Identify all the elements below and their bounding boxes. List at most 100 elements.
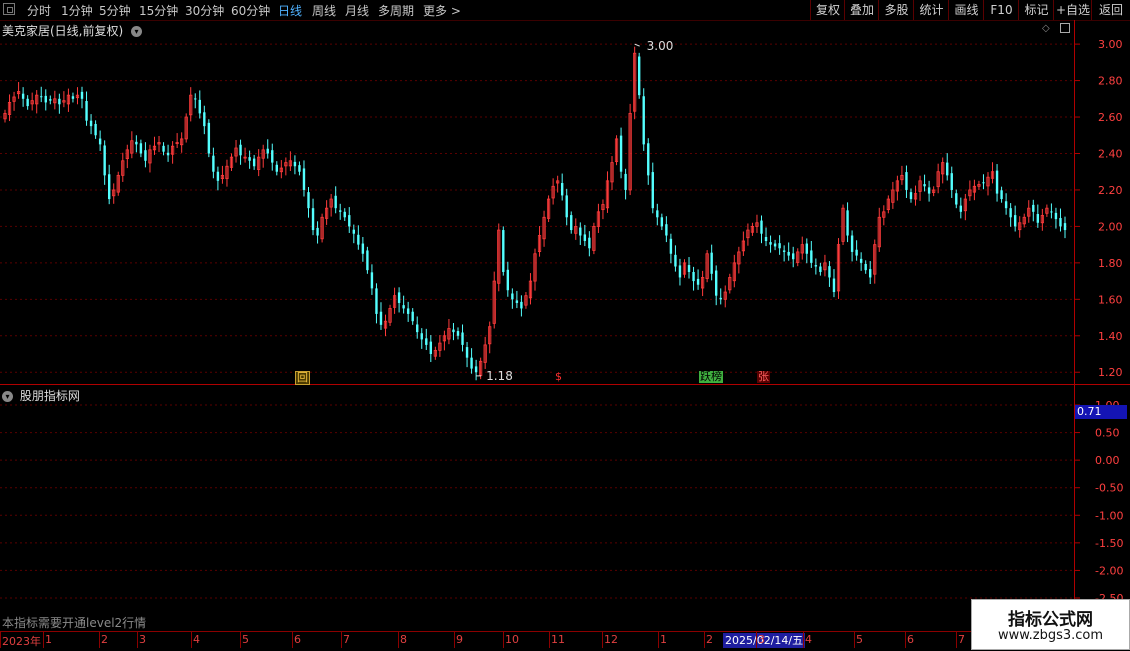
candle-body: [266, 148, 269, 154]
candle-body: [651, 172, 654, 209]
candle-body: [810, 250, 813, 263]
time-separator: [341, 632, 342, 648]
candle-body: [1054, 212, 1058, 220]
signal-marker[interactable]: 跃榜: [699, 371, 723, 383]
candle-body: [778, 243, 781, 249]
level2-note: 本指标需要开通level2行情: [2, 616, 147, 630]
period-tab[interactable]: 30分钟: [185, 2, 224, 19]
period-tab[interactable]: 周线: [312, 2, 336, 19]
more-button[interactable]: 更多 >: [423, 2, 461, 19]
candle-body: [642, 96, 645, 145]
time-separator: [0, 632, 1, 648]
signal-marker[interactable]: 张: [757, 371, 770, 383]
time-label: 7: [343, 633, 350, 646]
candle-body: [307, 192, 310, 209]
indicator-chart[interactable]: [0, 385, 1075, 630]
overlay-button[interactable]: 叠加: [844, 0, 879, 20]
time-label: 10: [505, 633, 519, 646]
indicator-tick-label: -0.50: [1095, 482, 1123, 495]
candle-body: [869, 269, 872, 278]
candle-body: [402, 305, 405, 309]
price-chart[interactable]: 3.00 1.18: [0, 20, 1075, 385]
candle-body: [946, 162, 949, 176]
back-button[interactable]: 返回: [1091, 0, 1130, 20]
candle-body: [1032, 204, 1035, 212]
period-tab[interactable]: 60分钟: [231, 2, 270, 19]
time-label: 4: [805, 633, 812, 646]
candle-body: [216, 171, 220, 181]
time-separator: [704, 632, 705, 648]
candle-body: [198, 99, 201, 114]
candle-body: [58, 98, 61, 105]
candle-body: [298, 165, 301, 172]
candle-body: [764, 236, 768, 241]
chevron-down-icon[interactable]: ▾: [2, 391, 13, 402]
candle-body: [103, 145, 106, 176]
toolbar: 分时 1分钟 5分钟 15分钟 30分钟 60分钟 日线 周线 月线 多周期 更…: [0, 0, 1130, 21]
candle-body: [506, 269, 510, 291]
candle-body: [588, 237, 591, 249]
watermark-logo: 指标公式网 www.zbgs3.com: [971, 599, 1130, 650]
signal-marker[interactable]: $: [554, 371, 563, 383]
time-label: 2: [101, 633, 108, 646]
candle-body: [696, 278, 700, 285]
candle-body: [85, 100, 88, 121]
candle-body: [846, 210, 849, 236]
price-tick-label: 1.80: [1098, 257, 1123, 270]
watermark-title: 指标公式网: [1008, 610, 1093, 630]
candle-body: [1063, 223, 1067, 231]
time-separator: [240, 632, 241, 648]
time-label: 11: [551, 633, 565, 646]
period-tab[interactable]: 5分钟: [99, 2, 131, 19]
multi-stock-button[interactable]: 多股: [878, 0, 914, 20]
period-tab[interactable]: 15分钟: [139, 2, 178, 19]
time-separator: [292, 632, 293, 648]
time-label: 9: [456, 633, 463, 646]
time-separator: [658, 632, 659, 648]
candle-body: [343, 211, 346, 218]
candle-body: [710, 252, 713, 274]
grid-icon[interactable]: [3, 3, 15, 15]
candle-body: [782, 250, 786, 252]
period-tab[interactable]: 1分钟: [61, 2, 93, 19]
candle-body: [366, 250, 369, 271]
adjust-button[interactable]: 复权: [810, 0, 845, 20]
period-tab[interactable]: 多周期: [378, 2, 414, 19]
indicator-title: 股朋指标网: [19, 389, 80, 403]
period-tab[interactable]: 月线: [345, 2, 369, 19]
candle-body: [465, 347, 469, 358]
stats-button[interactable]: 统计: [913, 0, 949, 20]
candle-body: [511, 293, 514, 300]
candle-body: [166, 152, 170, 156]
candle-body: [637, 56, 641, 96]
candle-body: [950, 173, 953, 190]
candle-body: [656, 210, 659, 218]
candle-body: [669, 238, 673, 254]
high-label: 3.00: [647, 39, 674, 53]
price-tick-label: 1.40: [1098, 330, 1123, 343]
candle-body: [293, 161, 297, 167]
candle-body: [429, 341, 433, 355]
time-axis: 2025/02/14/五 2023年 1 2 3 4 5 6 7 8 9 10 11 12 1 2 3 4 5 6 7: [0, 631, 1075, 651]
candle-body: [832, 278, 836, 293]
candle-body: [982, 182, 985, 184]
candle-body: [357, 234, 360, 245]
indicator-tick-label: -1.00: [1095, 509, 1123, 522]
candle-body: [271, 150, 274, 163]
candle-body: [348, 215, 351, 227]
period-tab[interactable]: 分时: [27, 2, 51, 19]
candle-body: [805, 243, 808, 254]
candle-body: [859, 258, 863, 263]
f10-button[interactable]: F10: [983, 0, 1019, 20]
time-label: 5: [856, 633, 863, 646]
candle-body: [334, 195, 337, 209]
mark-button[interactable]: 标记: [1018, 0, 1054, 20]
candle-body: [1013, 215, 1017, 227]
add-watchlist-button[interactable]: +自选: [1053, 0, 1092, 20]
signal-marker[interactable]: 回: [295, 371, 310, 385]
draw-button[interactable]: 画线: [948, 0, 984, 20]
period-tab-active[interactable]: 日线: [278, 2, 302, 19]
candle-body: [674, 254, 677, 267]
candle-body: [647, 143, 650, 176]
candle-body: [520, 301, 523, 309]
